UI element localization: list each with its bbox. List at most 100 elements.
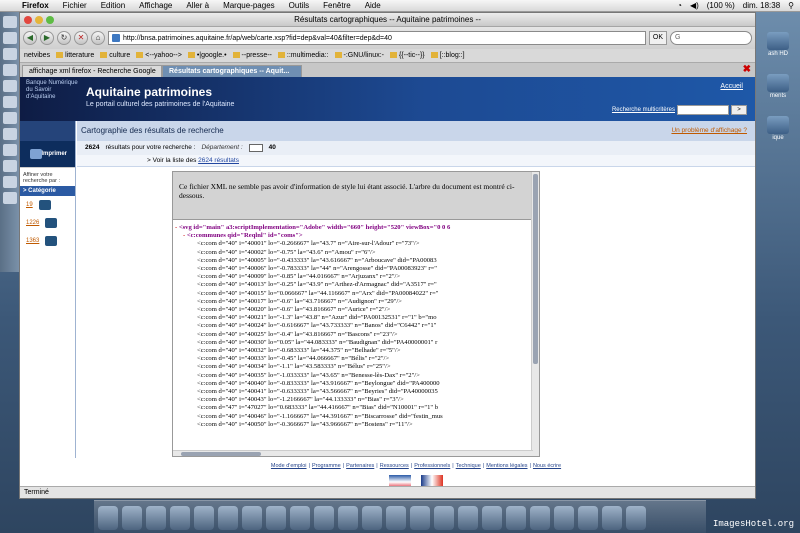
wifi-icon[interactable]: ◔ bbox=[677, 1, 682, 10]
footer-link[interactable]: Ressources bbox=[380, 463, 409, 469]
menu-app-name[interactable]: Firefox bbox=[22, 1, 49, 10]
category-link[interactable]: 19 bbox=[20, 196, 75, 214]
app-icon[interactable] bbox=[458, 506, 478, 530]
bookmark-folder-litterature[interactable]: litterature bbox=[56, 52, 94, 59]
dock-item-icon[interactable] bbox=[3, 48, 17, 60]
app-icon[interactable] bbox=[122, 506, 142, 530]
spotlight-icon[interactable]: ⚲ bbox=[788, 1, 794, 10]
app-icon[interactable] bbox=[362, 506, 382, 530]
app-icon[interactable] bbox=[482, 506, 502, 530]
category-link[interactable]: 1363 bbox=[20, 232, 75, 250]
reload-icon[interactable]: ↻ bbox=[57, 31, 71, 45]
app-icon[interactable] bbox=[578, 506, 598, 530]
go-button[interactable]: OK bbox=[648, 31, 667, 45]
categorie-header[interactable]: > Catégorie bbox=[20, 186, 75, 196]
bookmark-folder-yahoo[interactable]: <--yahoo--> bbox=[136, 52, 182, 59]
footer-link[interactable]: Partenaires bbox=[346, 463, 374, 469]
horizontal-scrollbar[interactable] bbox=[173, 450, 533, 456]
trash-icon[interactable] bbox=[626, 506, 646, 530]
app-icon[interactable] bbox=[530, 506, 550, 530]
dock-item-icon[interactable] bbox=[3, 144, 17, 156]
footer-link[interactable]: Mode d'emploi bbox=[271, 463, 307, 469]
tab-google-search[interactable]: affichage xml firefox - Recherche Google bbox=[22, 65, 162, 77]
stop-icon[interactable]: ✕ bbox=[74, 31, 88, 45]
desktop-icon-musique[interactable]: ique bbox=[760, 116, 796, 141]
scroll-thumb[interactable] bbox=[533, 174, 538, 364]
footer-link[interactable]: Mentions légales bbox=[486, 463, 527, 469]
bookmark-folder-culture[interactable]: culture bbox=[100, 52, 130, 59]
departement-filter-icon[interactable] bbox=[248, 144, 263, 152]
volume-icon[interactable]: ◀) bbox=[690, 1, 699, 10]
bookmark-folder-blog[interactable]: [::blog::] bbox=[431, 52, 465, 59]
app-icon[interactable] bbox=[434, 506, 454, 530]
scroll-thumb[interactable] bbox=[181, 452, 261, 456]
app-icon[interactable] bbox=[290, 506, 310, 530]
dock-item-icon[interactable] bbox=[3, 128, 17, 140]
menu-affichage[interactable]: Affichage bbox=[139, 1, 172, 10]
dock-item-icon[interactable] bbox=[3, 160, 17, 172]
menubar-clock[interactable]: dim. 18:38 bbox=[743, 1, 780, 10]
app-icon[interactable] bbox=[506, 506, 526, 530]
app-icon[interactable] bbox=[554, 506, 574, 530]
address-bar[interactable]: http://bnsa.patrimoines.aquitaine.fr/ap/… bbox=[108, 31, 646, 45]
dock-item-icon[interactable] bbox=[3, 16, 17, 28]
app-icon[interactable] bbox=[410, 506, 430, 530]
zoom-window-icon[interactable] bbox=[46, 16, 54, 24]
app-icon[interactable] bbox=[170, 506, 190, 530]
bookmark-folder-gnu-linux[interactable]: -:GNU/linux:- bbox=[335, 52, 384, 59]
bookmark-netvibes[interactable]: netvibes bbox=[24, 52, 50, 59]
app-icon[interactable] bbox=[602, 506, 622, 530]
dock-item-icon[interactable] bbox=[3, 32, 17, 44]
app-icon[interactable] bbox=[314, 506, 334, 530]
home-icon[interactable]: ⌂ bbox=[91, 31, 105, 45]
menu-fenetre[interactable]: Fenêtre bbox=[323, 1, 351, 10]
bookmark-folder-tic[interactable]: {{--tic--}} bbox=[390, 52, 425, 59]
close-tab-icon[interactable]: ✖ bbox=[743, 64, 751, 75]
dock-item-icon[interactable] bbox=[3, 176, 17, 188]
desktop-icon-documents[interactable]: ments bbox=[760, 74, 796, 99]
app-icon[interactable] bbox=[338, 506, 358, 530]
menu-outils[interactable]: Outils bbox=[289, 1, 309, 10]
recherche-multicriteres-link[interactable]: Recherche multicritères bbox=[612, 107, 675, 113]
menu-edition[interactable]: Edition bbox=[101, 1, 125, 10]
imprimer-button[interactable]: Imprimer bbox=[20, 141, 75, 167]
category-link[interactable]: 1226 bbox=[20, 214, 75, 232]
forward-icon[interactable]: ▶ bbox=[40, 31, 54, 45]
dock-item-icon[interactable] bbox=[3, 96, 17, 108]
battery-status[interactable]: (100 %) bbox=[707, 1, 735, 10]
minimize-window-icon[interactable] bbox=[35, 16, 43, 24]
site-search-input[interactable] bbox=[677, 105, 729, 115]
dock-item-icon[interactable] bbox=[3, 192, 17, 204]
dock-item-icon[interactable] bbox=[3, 64, 17, 76]
footer-link[interactable]: Professionnels bbox=[414, 463, 450, 469]
menu-aide[interactable]: Aide bbox=[365, 1, 381, 10]
site-search-button[interactable]: > bbox=[731, 105, 747, 115]
bookmark-folder-multimedia[interactable]: ::multimedia:: bbox=[278, 52, 329, 59]
tab-resultats-cartographiques[interactable]: Résultats cartographiques -- Aquit... bbox=[162, 65, 302, 77]
xml-communes-node[interactable]: - <c:communes qid="Reqlnl" id="coms"> bbox=[175, 232, 537, 240]
app-icon[interactable] bbox=[146, 506, 166, 530]
dock-item-icon[interactable] bbox=[3, 80, 17, 92]
accueil-link[interactable]: Accueil bbox=[720, 83, 743, 90]
app-icon[interactable] bbox=[266, 506, 286, 530]
finder-icon[interactable] bbox=[98, 506, 118, 530]
display-problem-link[interactable]: Un problème d'affichage ? bbox=[671, 121, 747, 141]
site-brand[interactable]: Aquitaine patrimoines bbox=[86, 85, 212, 99]
search-field[interactable]: G bbox=[670, 31, 752, 45]
close-window-icon[interactable] bbox=[24, 16, 32, 24]
app-icon[interactable] bbox=[218, 506, 238, 530]
footer-link[interactable]: Technique bbox=[456, 463, 481, 469]
xml-svg-node[interactable]: - <svg id="main" a3:scriptImplementation… bbox=[175, 224, 537, 232]
menu-marque-pages[interactable]: Marque-pages bbox=[223, 1, 275, 10]
footer-link[interactable]: Nous écrire bbox=[533, 463, 561, 469]
desktop-icon-hd[interactable]: ash HD bbox=[760, 32, 796, 57]
vertical-scrollbar[interactable] bbox=[531, 172, 539, 456]
menu-fichier[interactable]: Fichier bbox=[63, 1, 87, 10]
app-icon[interactable] bbox=[386, 506, 406, 530]
bookmark-folder-google[interactable]: •|google.• bbox=[188, 52, 227, 59]
bookmark-folder-presse[interactable]: --presse-- bbox=[233, 52, 272, 59]
footer-link[interactable]: Programme bbox=[312, 463, 341, 469]
voir-liste-link[interactable]: 2624 résultats bbox=[198, 157, 239, 164]
app-icon[interactable] bbox=[194, 506, 214, 530]
menu-aller-a[interactable]: Aller à bbox=[186, 1, 209, 10]
